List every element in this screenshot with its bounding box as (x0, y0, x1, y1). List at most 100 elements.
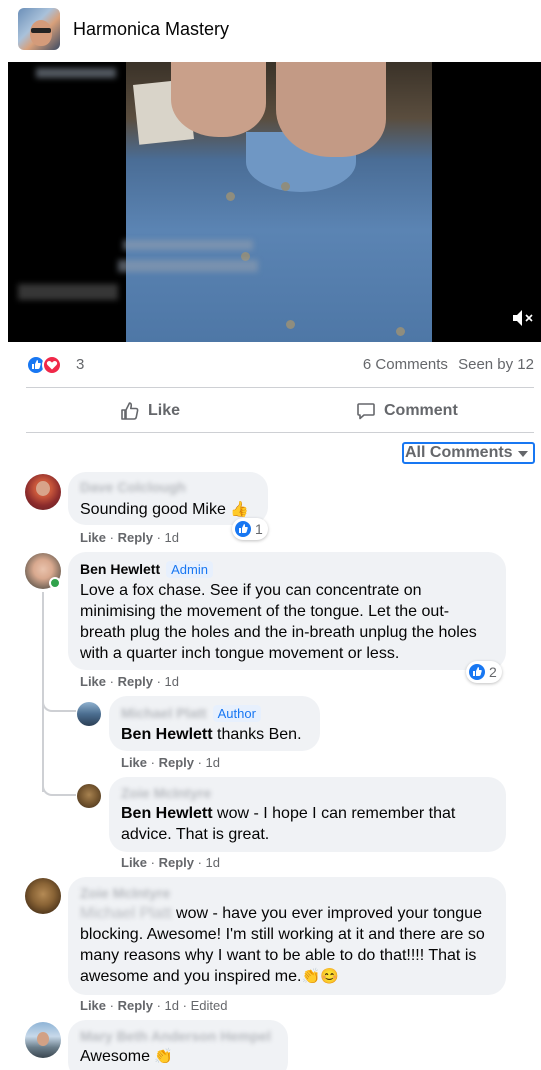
like-reaction-icon (235, 521, 251, 537)
comment-author-line: Ben Hewlett Admin (80, 561, 213, 578)
comment-text-body: Awesome (80, 1048, 150, 1065)
comment-actions: Like · Reply · 1d (80, 674, 180, 689)
like-thumb-icon (121, 402, 139, 420)
comment-time[interactable]: 1d (165, 674, 179, 689)
reply-actions: Like · Reply · 1d (121, 755, 221, 770)
group-avatar-glasses (31, 28, 51, 33)
post-stats: 6 Comments Seen by 12 (357, 356, 534, 373)
caption-blur (18, 284, 118, 300)
reply-text-body: thanks Ben. (212, 726, 302, 743)
comment-like-link[interactable]: Like (80, 530, 106, 545)
mention-link[interactable]: Ben Hewlett (121, 805, 213, 822)
reaction-count: 2 (489, 664, 497, 680)
comment-text: Sounding good Mike 👍 (80, 499, 249, 520)
divider (26, 387, 534, 388)
reply-bubble: Michael Platt Author Ben Hewlett thanks B… (109, 696, 320, 751)
comment-reaction-badge[interactable]: 2 (466, 661, 502, 683)
reply-text: Ben Hewlett thanks Ben. (121, 724, 302, 745)
reply-time[interactable]: 1d (206, 755, 220, 770)
reply-actions: Like · Reply · 1d (121, 855, 221, 870)
mention-link[interactable]: Michael Platt (80, 905, 172, 922)
group-avatar-face (30, 20, 52, 46)
love-reaction-icon (42, 355, 62, 375)
avatar[interactable] (25, 878, 61, 914)
group-header: Harmonica Mastery (0, 0, 541, 60)
shirt-button (226, 192, 235, 201)
avatar[interactable] (77, 702, 101, 726)
online-status-dot (49, 577, 61, 589)
comment-like-link[interactable]: Like (80, 674, 106, 689)
avatar[interactable] (77, 784, 101, 808)
video-hand-right (276, 62, 386, 157)
shirt-button (281, 182, 290, 191)
reaction-count: 1 (255, 521, 263, 537)
reply-author-line: Michael Platt Author (121, 705, 261, 722)
group-avatar[interactable] (18, 8, 60, 50)
comment-bubble: Dave Colclough Sounding good Mike 👍 (68, 472, 268, 525)
reply-author[interactable]: Zoie McIntyre (121, 785, 211, 801)
comment-text: Michael Platt wow - have you ever improv… (80, 903, 492, 987)
clap-emoji: 👏 (154, 1048, 174, 1065)
reply-author[interactable]: Michael Platt (121, 705, 207, 721)
comment-time[interactable]: 1d (165, 530, 179, 545)
author-badge: Author (212, 705, 261, 722)
comment-reply-link[interactable]: Reply (118, 674, 153, 689)
mention-link[interactable]: Ben Hewlett (121, 726, 213, 743)
thread-connector (42, 776, 76, 796)
avatar[interactable] (25, 1022, 61, 1058)
comment-actions: Like · Reply · 1d · Edited (80, 998, 228, 1013)
thumbs-up-emoji: 👍 (230, 501, 250, 518)
reply-time[interactable]: 1d (206, 855, 220, 870)
reply-text: Ben Hewlett wow - I hope I can remember … (121, 803, 496, 845)
comment-bubble: Mary Beth Anderson Hempel Awesome 👏 (68, 1020, 288, 1070)
like-button[interactable]: Like (120, 399, 180, 423)
caret-down-icon (518, 451, 528, 457)
avatar[interactable] (25, 474, 61, 510)
reply-reply-link[interactable]: Reply (159, 755, 194, 770)
like-reaction-icon (469, 664, 485, 680)
comment-text: Love a fox chase. See if you can concent… (80, 582, 477, 662)
comment-bubble: Zoie McIntyre Michael Platt wow - have y… (68, 877, 506, 995)
shirt-button (286, 320, 295, 329)
comment-text: Awesome 👏 (80, 1046, 173, 1067)
reply-like-link[interactable]: Like (121, 855, 147, 870)
comment-icon (357, 403, 375, 420)
video-frame (126, 62, 432, 342)
shirt-button (396, 327, 405, 336)
caption-blur (118, 260, 258, 272)
comment-reply-link[interactable]: Reply (118, 998, 153, 1013)
comment-author[interactable]: Mary Beth Anderson Hempel (80, 1028, 271, 1044)
comment-button[interactable]: Comment (356, 399, 458, 423)
reply-bubble: Zoie McIntyre Ben Hewlett wow - I hope I… (109, 777, 506, 852)
clap-smile-emoji: 👏😊 (301, 968, 339, 985)
comment-reaction-badge[interactable]: 1 (232, 518, 268, 540)
comment-filter-select[interactable]: All Comments (402, 442, 535, 464)
comment-count[interactable]: 6 Comments (363, 356, 448, 373)
admin-badge: Admin (166, 561, 213, 578)
edited-label[interactable]: Edited (191, 998, 228, 1013)
comment-actions: Like · Reply · 1d (80, 530, 180, 545)
divider (26, 432, 534, 433)
caption-blur (123, 240, 253, 250)
reply-reply-link[interactable]: Reply (159, 855, 194, 870)
comment-label: Comment (384, 402, 458, 419)
video-player[interactable] (8, 62, 541, 342)
like-label: Like (148, 402, 181, 419)
comment-author[interactable]: Dave Colclough (80, 479, 186, 495)
group-title[interactable]: Harmonica Mastery (73, 19, 229, 40)
mute-icon[interactable] (511, 308, 535, 328)
comment-time[interactable]: 1d (165, 998, 179, 1013)
comment-reply-link[interactable]: Reply (118, 530, 153, 545)
comment-like-link[interactable]: Like (80, 998, 106, 1013)
comment-filter-label: All Comments (405, 444, 513, 461)
comment-bubble: Ben Hewlett Admin Love a fox chase. See i… (68, 552, 506, 670)
reply-like-link[interactable]: Like (121, 755, 147, 770)
reaction-count: 3 (76, 356, 85, 373)
video-hand-left (171, 62, 266, 137)
comment-text-body: Sounding good Mike (80, 501, 226, 518)
comment-author[interactable]: Zoie McIntyre (80, 885, 170, 901)
caption-blur (36, 68, 116, 78)
comment-author[interactable]: Ben Hewlett (80, 561, 160, 577)
thread-connector (42, 692, 76, 712)
seen-by[interactable]: Seen by 12 (458, 356, 534, 373)
